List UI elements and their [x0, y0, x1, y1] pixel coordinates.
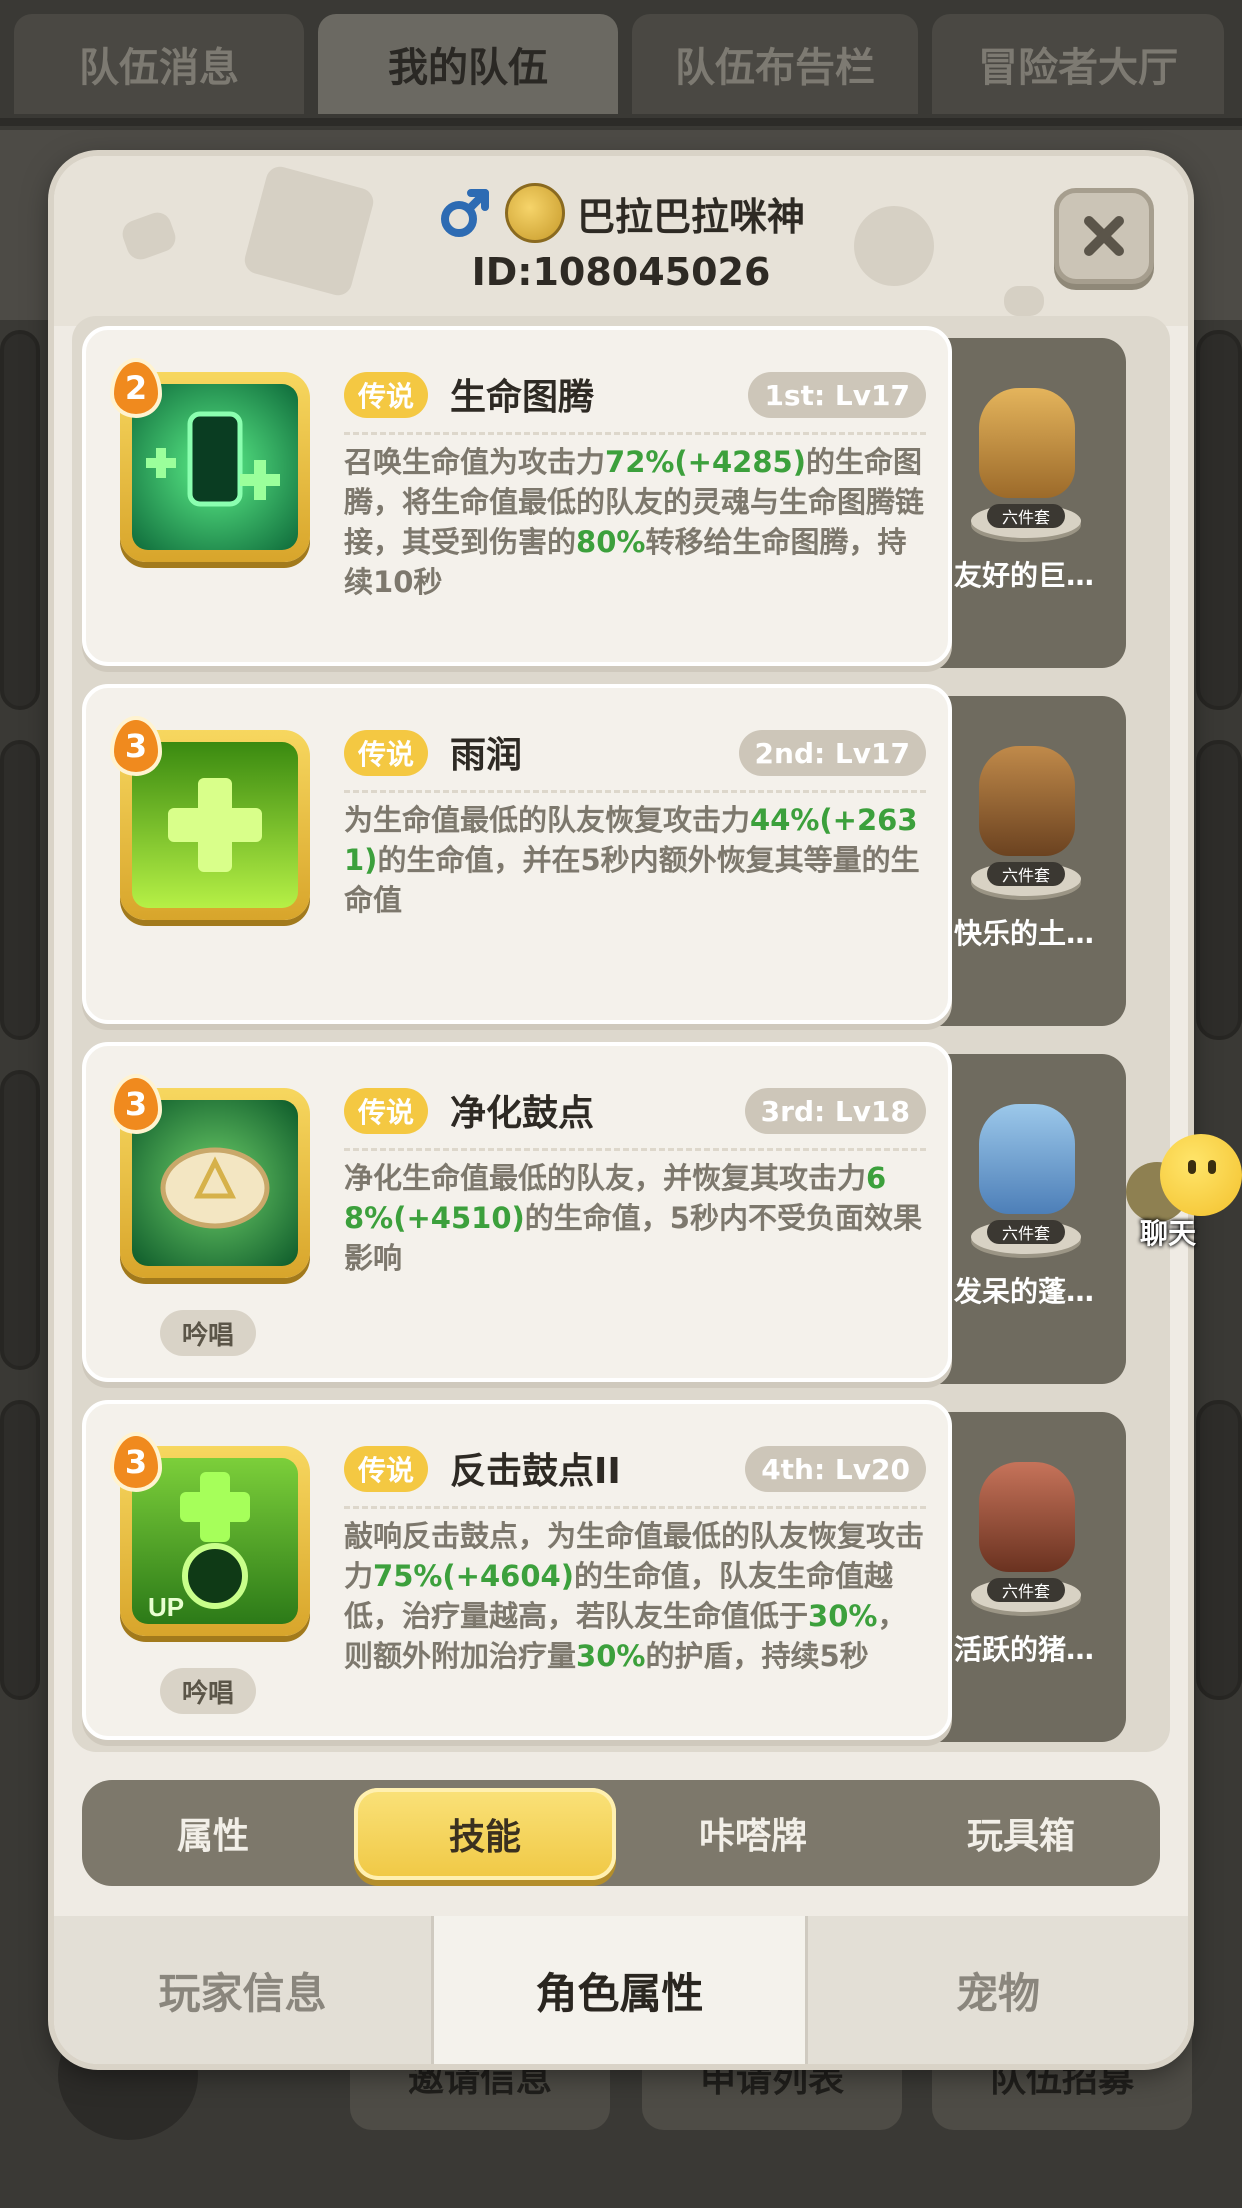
background-card — [0, 1070, 40, 1370]
skill-row: 六件套 活跃的猪… UP 3 吟唱 传说 反击鼓点II 4th: Lv20 敲响… — [82, 1400, 1158, 1742]
background-card — [1196, 740, 1242, 1040]
tab-player-info[interactable]: 玩家信息 — [54, 1916, 434, 2064]
tab-adventurer-hall[interactable]: 冒险者大厅 — [932, 14, 1224, 114]
pet-body — [979, 1462, 1075, 1572]
chat-label: 聊天 — [1140, 1217, 1197, 1250]
player-info-modal: 巴拉巴拉咪神 ID:108045026 六件套 友好的巨… 2 传说 生命图腾 … — [54, 156, 1188, 2064]
set-tag: 六件套 — [987, 504, 1065, 528]
set-tag: 六件套 — [987, 1220, 1065, 1244]
tab-skills[interactable]: 技能 — [354, 1788, 616, 1880]
set-tag: 六件套 — [987, 1578, 1065, 1602]
background-card — [1196, 330, 1242, 710]
tab-toy-box[interactable]: 玩具箱 — [890, 1780, 1152, 1886]
purify-drum-icon — [132, 1100, 298, 1266]
player-name-row: 巴拉巴拉咪神 — [437, 180, 805, 246]
tab-team-bulletin[interactable]: 队伍布告栏 — [632, 14, 918, 114]
skill-card[interactable]: 2 传说 生命图腾 1st: Lv17 召唤生命值为攻击力72%(+4285)的… — [82, 326, 952, 666]
skill-slot-tag: 4th: Lv20 — [745, 1446, 926, 1492]
skill-level-badge: 2 — [110, 358, 162, 418]
chat-eye — [1208, 1160, 1216, 1174]
skill-level-badge: 3 — [110, 716, 162, 776]
skill-level-badge: 3 — [110, 1432, 162, 1492]
player-name: 巴拉巴拉咪神 — [576, 194, 805, 239]
background-card — [0, 330, 40, 710]
background-card — [0, 740, 40, 1040]
background-card — [1196, 1400, 1242, 1700]
svg-text:UP: UP — [148, 1592, 184, 1622]
skill-description: 净化生命值最低的队友，并恢复其攻击力68%(+4510)的生命值，5秒内不受负面… — [344, 1161, 922, 1275]
divider — [344, 1148, 926, 1151]
skill-row: 六件套 发呆的蓬… 3 吟唱 传说 净化鼓点 3rd: Lv18 净化生命值最低… — [82, 1042, 1158, 1384]
pet-figure: 六件套 — [949, 1094, 1099, 1254]
smiley-icon — [1160, 1134, 1242, 1216]
player-avatar — [504, 183, 565, 243]
chat-eye — [1188, 1160, 1196, 1174]
skill-slot-tag: 1st: Lv17 — [748, 372, 926, 418]
rarity-badge: 传说 — [344, 1088, 429, 1134]
skill-name: 净化鼓点 — [450, 1093, 595, 1134]
pet-card[interactable]: 六件套 友好的巨… — [922, 338, 1126, 668]
pet-card[interactable]: 六件套 快乐的土… — [922, 696, 1126, 1026]
tab-team-messages[interactable]: 队伍消息 — [14, 14, 304, 114]
pet-figure: 六件套 — [949, 736, 1099, 896]
pet-figure: 六件套 — [949, 378, 1099, 538]
tab-character-attributes[interactable]: 角色属性 — [434, 1916, 808, 2064]
skill-row: 六件套 快乐的土… 3 传说 雨润 2nd: Lv17 为生命值最低的队友恢复攻… — [82, 684, 1158, 1026]
pet-name: 发呆的蓬… — [953, 1275, 1094, 1308]
tab-click-cards[interactable]: 咔嗒牌 — [622, 1780, 884, 1886]
male-icon — [437, 185, 493, 241]
chat-button[interactable]: 聊天 — [1126, 1134, 1242, 1254]
chant-tag: 吟唱 — [160, 1310, 256, 1356]
pet-body — [979, 1104, 1075, 1214]
top-tab-bar: 队伍消息 我的队伍 队伍布告栏 冒险者大厅 — [0, 0, 1242, 122]
set-tag: 六件套 — [987, 862, 1065, 886]
divider — [344, 790, 926, 793]
skill-description: 敲响反击鼓点，为生命值最低的队友恢复攻击力75%(+4604)的生命值，队友生命… — [344, 1519, 925, 1673]
rarity-badge: 传说 — [344, 1446, 429, 1492]
divider — [344, 1506, 926, 1509]
close-button[interactable] — [1054, 188, 1154, 284]
skill-level-badge: 3 — [110, 1074, 162, 1134]
sub-tab-bar: 属性 技能 咔嗒牌 玩具箱 — [82, 1780, 1160, 1886]
pet-name: 友好的巨… — [953, 559, 1094, 592]
life-totem-icon — [132, 384, 298, 550]
player-id: ID:108045026 — [471, 250, 771, 294]
rain-heal-icon — [132, 742, 298, 908]
skill-description: 召唤生命值为攻击力72%(+4285)的生命图腾，将生命值最低的队友的灵魂与生命… — [344, 445, 925, 599]
pet-name: 活跃的猪… — [953, 1633, 1094, 1666]
close-icon — [1084, 216, 1124, 256]
divider — [344, 432, 926, 435]
skill-row: 六件套 友好的巨… 2 传说 生命图腾 1st: Lv17 召唤生命值为攻击力7… — [82, 326, 1158, 668]
tab-divider — [0, 118, 1242, 126]
background-card — [0, 1400, 40, 1700]
skill-name: 生命图腾 — [450, 377, 595, 418]
skill-list: 六件套 友好的巨… 2 传说 生命图腾 1st: Lv17 召唤生命值为攻击力7… — [72, 316, 1170, 1752]
tab-my-team[interactable]: 我的队伍 — [318, 14, 618, 114]
rarity-badge: 传说 — [344, 372, 429, 418]
pet-card[interactable]: 六件套 发呆的蓬… — [922, 1054, 1126, 1384]
tab-pets[interactable]: 宠物 — [808, 1916, 1188, 2064]
skill-card[interactable]: UP 3 吟唱 传说 反击鼓点II 4th: Lv20 敲响反击鼓点，为生命值最… — [82, 1400, 952, 1740]
pet-name: 快乐的土… — [953, 917, 1094, 950]
skill-slot-tag: 3rd: Lv18 — [744, 1088, 926, 1134]
skill-name: 雨润 — [450, 735, 523, 776]
skill-slot-tag: 2nd: Lv17 — [738, 730, 926, 776]
skill-card[interactable]: 3 传说 雨润 2nd: Lv17 为生命值最低的队友恢复攻击力44%(+263… — [82, 684, 952, 1024]
skill-description: 为生命值最低的队友恢复攻击力44%(+2631)的生命值，并在5秒内额外恢复其等… — [344, 803, 920, 917]
player-header: 巴拉巴拉咪神 ID:108045026 — [54, 180, 1188, 310]
pet-body — [979, 746, 1075, 856]
pet-card[interactable]: 六件套 活跃的猪… — [922, 1412, 1126, 1742]
tab-attributes[interactable]: 属性 — [82, 1780, 344, 1886]
rarity-badge: 传说 — [344, 730, 429, 776]
skill-card[interactable]: 3 吟唱 传说 净化鼓点 3rd: Lv18 净化生命值最低的队友，并恢复其攻击… — [82, 1042, 952, 1382]
chant-tag: 吟唱 — [160, 1668, 256, 1714]
pet-body — [979, 388, 1075, 498]
counter-drum-icon: UP — [132, 1458, 298, 1624]
pet-figure: 六件套 — [949, 1452, 1099, 1612]
bottom-tab-bar: 玩家信息 角色属性 宠物 — [54, 1916, 1188, 2064]
skill-name: 反击鼓点II — [450, 1451, 621, 1492]
